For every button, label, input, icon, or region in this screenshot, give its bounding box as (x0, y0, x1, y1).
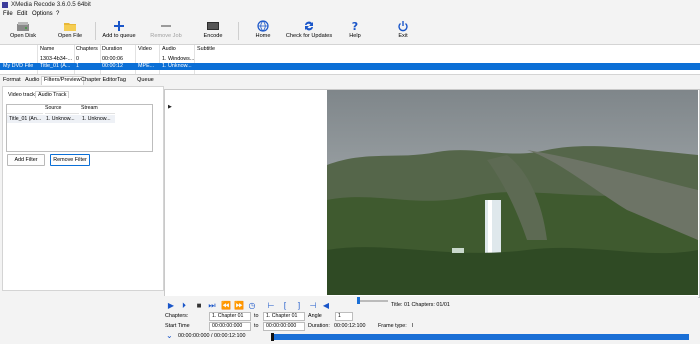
tab-audio[interactable]: Audio (25, 77, 39, 83)
disk-icon (17, 22, 29, 31)
main-tabs: Format Audio Filters/Preview Chapter Edi… (0, 76, 163, 86)
chevron-down-icon[interactable]: ⌄ (166, 331, 173, 340)
timer-icon[interactable]: ◷ (248, 302, 256, 310)
play-icon[interactable]: ▶ (167, 302, 175, 310)
menu-help[interactable]: ? (56, 11, 59, 17)
play-arrow-icon[interactable]: ▶ (168, 104, 172, 110)
toolbar-separator (95, 22, 96, 40)
tab-chapter-editor[interactable]: Chapter Editor (81, 77, 117, 83)
tab-format[interactable]: Format (3, 77, 21, 83)
mark-start-icon[interactable]: ⊢ (267, 302, 275, 310)
chapter-from-select[interactable]: 1. Chapter 01 (209, 312, 251, 321)
encode-button[interactable]: Encode (199, 20, 227, 42)
help-button[interactable]: ? Help (344, 20, 366, 42)
menu-options[interactable]: Options (32, 11, 53, 17)
table-row-selected[interactable]: My DVD File Title_01 (A... 1 00:00:12 MP… (0, 63, 700, 70)
table-row[interactable]: 1303-4b34-... 0 00:00:06 1. Windows... (0, 56, 700, 63)
start-time-input[interactable]: 00:00:00:000 (209, 322, 251, 331)
angle-label: Angle (308, 313, 322, 319)
audio-stream-list[interactable]: Source Stream Title_01 (An... 1. Unknow.… (6, 104, 153, 152)
check-updates-button[interactable]: Check for Updates (285, 20, 333, 42)
tab-video-track[interactable]: Video track (8, 92, 35, 98)
svg-text:?: ? (352, 20, 358, 32)
exit-button[interactable]: Exit (392, 20, 414, 42)
angle-input[interactable]: 1 (335, 312, 353, 321)
menu-file[interactable]: File (3, 11, 13, 17)
add-to-queue-button[interactable]: Add to queue (100, 20, 138, 42)
rewind-icon[interactable]: ⏪ (221, 302, 231, 310)
track-subtabs: Video track Audio Track (6, 91, 156, 100)
volume-icon[interactable]: ◀ (322, 302, 330, 310)
chapters-label: Chapters: (165, 313, 189, 319)
open-disk-button[interactable]: Open Disk (8, 20, 38, 42)
tab-filters-preview[interactable]: Filters/Preview (41, 76, 84, 85)
next-frame-icon[interactable]: ⏵ (180, 302, 188, 310)
table-header: Name Chapters Duration Video Audio Subti… (40, 46, 215, 52)
plus-icon (114, 21, 124, 31)
duration-label: Duration: (308, 323, 330, 329)
menu-edit[interactable]: Edit (17, 11, 27, 17)
tab-queue[interactable]: Queue (137, 77, 154, 83)
add-filter-button[interactable]: Add Filter (7, 154, 45, 166)
video-frame (327, 90, 698, 295)
power-icon (398, 21, 408, 32)
file-table[interactable]: Name Chapters Duration Video Audio Subti… (0, 44, 700, 75)
menu-bar: File Edit Options ? (0, 10, 700, 20)
timecode-display: 00:00:00:000 / 00:00:12:100 (178, 333, 246, 339)
duration-value: 00:00:12:100 (334, 323, 366, 329)
remove-job-button[interactable]: Remove Job (150, 20, 182, 42)
open-file-button[interactable]: Open File (55, 20, 85, 42)
window-title: XMedia Recode 3.6.0.5 64bit (11, 1, 91, 8)
question-icon: ? (352, 20, 358, 32)
app-icon (2, 2, 8, 8)
chapter-to-select[interactable]: 1. Chapter 01 (263, 312, 305, 321)
fast-forward-icon[interactable]: ⏩ (234, 302, 244, 310)
end-time-input[interactable]: 00:00:00:000 (263, 322, 305, 331)
folder-icon (64, 23, 76, 31)
remove-filter-button[interactable]: Remove Filter (50, 154, 90, 166)
frame-type-value: I (412, 323, 414, 329)
stop-icon[interactable]: ■ (195, 302, 203, 310)
encode-icon (207, 22, 219, 30)
title-bar: XMedia Recode 3.6.0.5 64bit (0, 0, 700, 10)
toolbar-separator (238, 22, 239, 40)
seek-handle[interactable] (271, 333, 274, 341)
tab-audio-track[interactable]: Audio Track (35, 91, 70, 98)
minus-icon (161, 25, 171, 27)
bracket-right-icon[interactable]: ] (295, 302, 303, 310)
globe-icon (257, 20, 269, 32)
preview-pane (164, 89, 700, 298)
frame-type-label: Frame type: (378, 323, 407, 329)
mark-end-icon[interactable]: ⊣ (309, 302, 317, 310)
tab-tag[interactable]: Tag (117, 77, 126, 83)
skip-end-icon[interactable]: ⏭ (208, 302, 216, 310)
toolbar: Open Disk Open File Add to queue Remove … (0, 20, 700, 42)
refresh-icon (305, 21, 313, 31)
volume-slider-track[interactable] (358, 300, 388, 302)
seek-bar[interactable] (271, 334, 689, 340)
title-info: Title: 01 Chapters: 01/01 (391, 302, 450, 308)
volume-slider-handle[interactable] (357, 297, 360, 304)
home-button[interactable]: Home (250, 20, 276, 42)
bracket-left-icon[interactable]: [ (281, 302, 289, 310)
start-time-label: Start Time (165, 323, 190, 329)
